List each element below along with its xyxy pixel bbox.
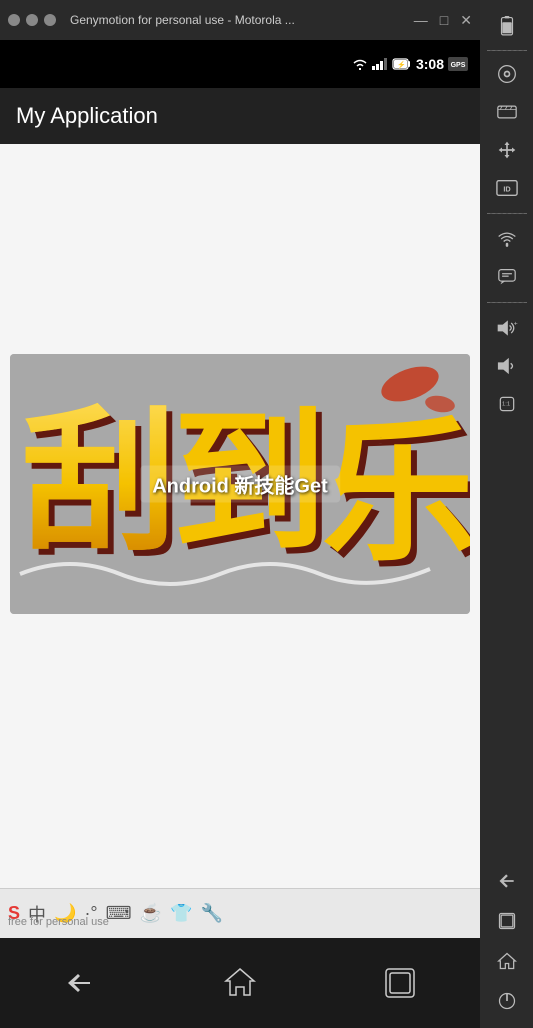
power-icon[interactable] [486,982,528,1020]
sidebar-divider-top [487,50,527,51]
ime-bar: S 中 🌙 ·° ⌨ ☕ 👕 🔧 [0,888,480,938]
sidebar-divider-3 [487,302,527,303]
sidebar-bottom [480,862,533,1028]
maximize-button[interactable]: □ [440,12,448,29]
sidebar-home-icon[interactable] [486,942,528,980]
image-container: 刮 刮 刮 到 到 乐 乐 [10,354,470,614]
title-bar: Genymotion for personal use - Motorola .… [0,0,480,40]
sidebar-back-icon[interactable] [486,862,528,900]
sidebar: ID + [480,0,533,1028]
watermark: free for personal use [8,916,109,928]
move-icon[interactable] [486,131,528,169]
title-bar-left: Genymotion for personal use - Motorola .… [8,13,295,27]
ime-icon-wrench[interactable]: 🔧 [200,903,222,924]
status-icons: ⚡ 3:08 GPS [352,56,468,72]
id-icon[interactable]: ID [486,169,528,207]
svg-text:+: + [513,320,517,327]
sidebar-recents-icon[interactable] [486,902,528,940]
minimize-button[interactable]: — [414,12,428,29]
svg-text:⚡: ⚡ [397,60,406,69]
wifi-icon[interactable] [486,220,528,258]
window-title: Genymotion for personal use - Motorola .… [70,13,295,27]
close-button[interactable]: ✕ [460,12,472,29]
window-minimize-dot [8,14,20,26]
window-close-dot [44,14,56,26]
volume-up-icon[interactable]: + [486,309,528,347]
sidebar-divider-2 [487,213,527,214]
battery-icon[interactable] [486,8,528,46]
ime-icon-keyboard[interactable]: ⌨ [106,903,132,924]
ime-icon-shirt[interactable]: 👕 [170,903,192,924]
svg-text:乐: 乐 [322,408,470,580]
phone-area: ⚡ 3:08 GPS My Application 刮 刮 [0,40,480,1028]
video-icon[interactable] [486,93,528,131]
nav-recents-button[interactable] [382,965,418,1001]
status-bar: ⚡ 3:08 GPS [0,40,480,88]
svg-text:GPS: GPS [451,62,466,69]
volume-down-icon[interactable] [486,347,528,385]
window-maximize-dot [26,14,38,26]
nav-back-button[interactable] [62,971,98,995]
svg-text:ID: ID [503,185,510,194]
main-content: 刮 刮 刮 到 到 乐 乐 [0,144,480,1028]
status-time: 3:08 [416,56,444,72]
svg-text:1:1: 1:1 [502,402,510,408]
camera-icon[interactable] [486,55,528,93]
nav-bar [0,938,480,1028]
overlay-text: Android 新技能Get [140,466,340,503]
ime-icon-cup[interactable]: ☕ [140,903,162,924]
nav-home-button[interactable] [222,965,258,1001]
app-bar: My Application [0,88,480,144]
app-title: My Application [16,103,158,129]
rotate-icon[interactable]: 1:1 [486,385,528,423]
chat-icon[interactable] [486,258,528,296]
title-bar-controls: — □ ✕ [414,12,472,29]
